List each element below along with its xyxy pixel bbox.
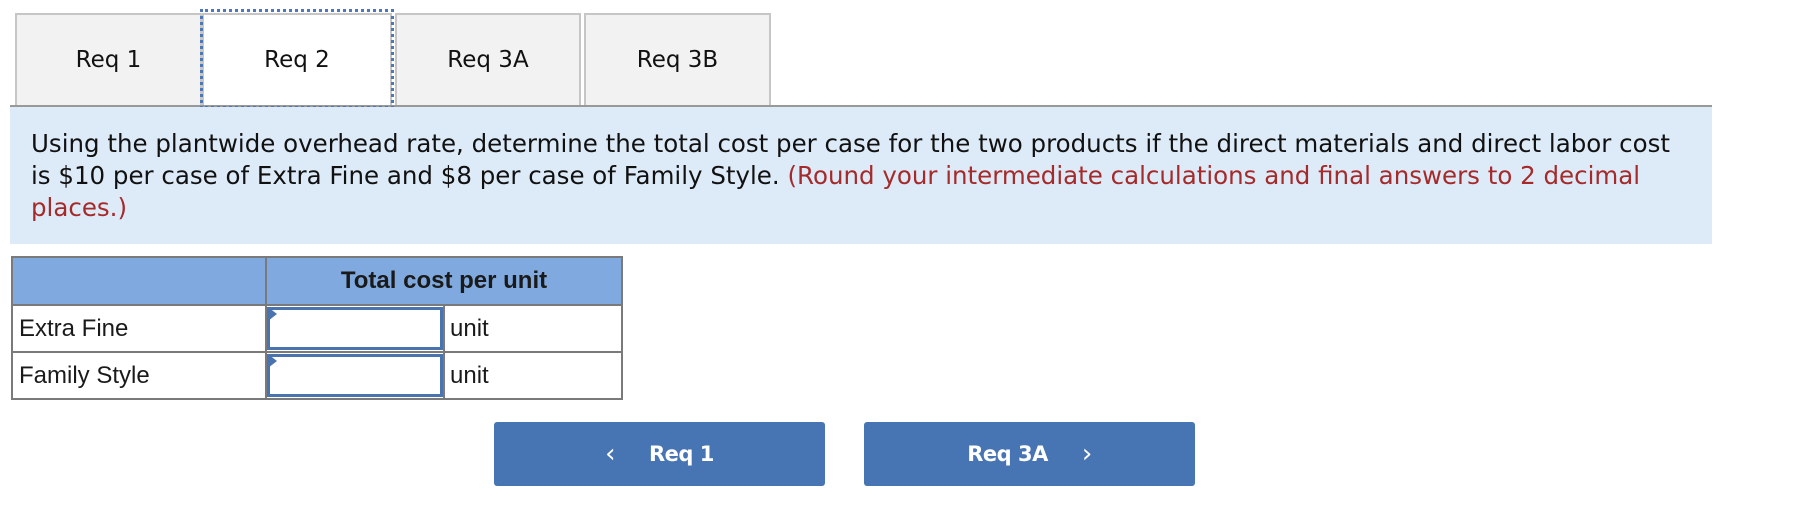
row-label-extra-fine: Extra Fine [11, 304, 267, 353]
tab-req-3a[interactable]: Req 3A [395, 13, 581, 105]
prev-req-1-button[interactable]: ‹ Req 1 [494, 422, 825, 486]
instructions-panel: Using the plantwide overhead rate, deter… [10, 107, 1712, 244]
chevron-right-icon: › [1081, 439, 1092, 469]
table-row: Extra Fine unit [11, 304, 623, 353]
input-flag-icon [268, 354, 277, 368]
row-label-family-style: Family Style [11, 351, 267, 400]
input-flag-icon [268, 307, 277, 321]
answer-table: Total cost per unit Extra Fine unit Fami… [11, 256, 623, 400]
next-button-label: Req 3A [967, 442, 1048, 466]
tab-req-2[interactable]: Req 2 [202, 13, 392, 105]
tab-req-1[interactable]: Req 1 [15, 13, 202, 105]
prev-button-label: Req 1 [649, 442, 714, 466]
table-header-row: Total cost per unit [11, 256, 623, 306]
next-req-3a-button[interactable]: Req 3A › [864, 422, 1195, 486]
family-style-cost-input[interactable] [267, 354, 443, 397]
input-cell [265, 304, 445, 353]
table-row: Family Style unit [11, 351, 623, 400]
header-total-cost-per-unit: Total cost per unit [265, 256, 623, 306]
tab-req-3b[interactable]: Req 3B [584, 13, 771, 105]
input-cell [265, 351, 445, 400]
chevron-left-icon: ‹ [605, 439, 616, 469]
unit-label: unit [443, 304, 623, 353]
header-empty-cell [11, 256, 267, 306]
extra-fine-cost-input[interactable] [267, 307, 443, 350]
unit-label: unit [443, 351, 623, 400]
